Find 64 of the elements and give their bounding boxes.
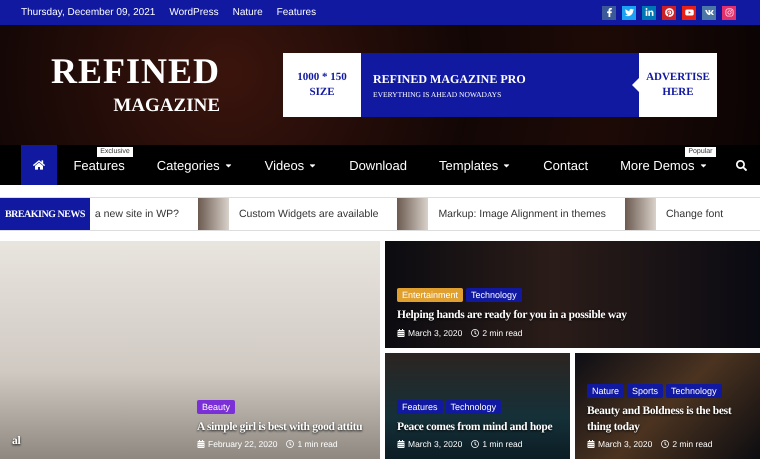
category-tag[interactable]: Technology bbox=[446, 400, 502, 414]
calendar-icon bbox=[197, 440, 205, 448]
breaking-news-label: BREAKING NEWS bbox=[0, 198, 90, 230]
top-link[interactable]: Features bbox=[276, 7, 316, 18]
top-link[interactable]: Nature bbox=[232, 7, 263, 18]
logo-subtext[interactable]: MAGAZINE bbox=[113, 95, 220, 117]
read-time: 2 min read bbox=[672, 439, 713, 449]
clock-icon bbox=[471, 328, 480, 336]
clock-icon bbox=[471, 440, 480, 448]
linkedin-icon[interactable] bbox=[642, 6, 656, 20]
post-card[interactable]: Beauty A simple girl is best with good attitu February 22, 2020 1 min read bbox=[185, 241, 380, 459]
read-time: 2 min read bbox=[482, 328, 523, 338]
ad-cta-text: HERE bbox=[662, 85, 694, 100]
post-title[interactable]: Beauty and Boldness is the best thing today bbox=[587, 402, 748, 435]
nav-item[interactable]: Download bbox=[333, 145, 424, 185]
post-date: March 3, 2020 bbox=[408, 328, 462, 338]
news-link[interactable]: a new site in WP? bbox=[94, 208, 179, 220]
calendar-icon bbox=[397, 440, 405, 448]
post-date: March 3, 2020 bbox=[598, 439, 652, 449]
news-link[interactable]: Change font bbox=[666, 208, 724, 220]
youtube-icon[interactable] bbox=[682, 6, 696, 20]
post-date: March 3, 2020 bbox=[408, 439, 462, 449]
clock-icon bbox=[661, 440, 670, 448]
calendar-icon bbox=[397, 328, 405, 336]
post-card[interactable]: Entertainment Technology Helping hands are ready for you in a possible way March 3, 2020 2 min read bbox=[385, 241, 760, 348]
clock-icon bbox=[286, 440, 294, 448]
home-button[interactable] bbox=[21, 145, 58, 185]
ad-size-text: 1000 * 150 bbox=[297, 70, 347, 85]
pointer-triangle-icon bbox=[632, 78, 639, 92]
instagram-icon[interactable] bbox=[722, 6, 736, 20]
logo-text[interactable]: REFINED bbox=[50, 53, 220, 89]
photo-placeholder[interactable] bbox=[624, 198, 656, 230]
category-tag[interactable]: Features bbox=[397, 400, 443, 414]
vk-icon[interactable] bbox=[702, 6, 716, 20]
post-card[interactable]: Nature Sports Technology Beauty and Boldness is the best thing today March 3, 2020 2 min read bbox=[575, 352, 760, 459]
category-tag[interactable]: Beauty bbox=[197, 400, 236, 414]
post-title[interactable]: Helping hands are ready for you in a possible way bbox=[397, 307, 748, 324]
nav-item[interactable]: Contact bbox=[527, 145, 604, 185]
facebook-icon[interactable] bbox=[602, 6, 616, 20]
category-tag[interactable]: Sports bbox=[627, 384, 664, 398]
pinterest-icon[interactable] bbox=[662, 6, 676, 20]
news-link[interactable]: Markup: Image Alignment in themes bbox=[438, 208, 606, 220]
post-title[interactable]: Peace comes from mind and hope bbox=[397, 418, 558, 435]
photo-placeholder[interactable] bbox=[198, 198, 229, 230]
post-card[interactable]: Features Technology Peace comes from mind and hope March 3, 2020 1 min read bbox=[385, 352, 570, 459]
top-link[interactable]: WordPress bbox=[169, 7, 219, 18]
category-tag[interactable]: Technology bbox=[666, 384, 722, 398]
post-date: February 22, 2020 bbox=[208, 439, 278, 449]
read-time: 1 min read bbox=[297, 439, 338, 449]
calendar-icon bbox=[587, 440, 595, 448]
twitter-icon[interactable] bbox=[622, 6, 636, 20]
date-text: Thursday, December 09, 2021 bbox=[21, 7, 156, 18]
nav-item[interactable]: Categories bbox=[140, 145, 249, 185]
nav-item[interactable]: Videos bbox=[248, 145, 334, 185]
ad-cta-text: ADVERTISE bbox=[646, 70, 710, 85]
photo-placeholder[interactable] bbox=[397, 198, 428, 230]
category-tag[interactable]: Technology bbox=[466, 288, 522, 302]
news-link[interactable]: Custom Widgets are available bbox=[238, 208, 378, 220]
ad-title: REFINED MAGAZINE PRO bbox=[373, 72, 526, 86]
house-icon bbox=[33, 159, 46, 171]
read-time: 1 min read bbox=[482, 439, 523, 449]
nav-item[interactable]: Templates bbox=[423, 145, 528, 185]
category-tag[interactable]: Nature bbox=[587, 384, 624, 398]
ad-size-text: SIZE bbox=[309, 85, 335, 100]
